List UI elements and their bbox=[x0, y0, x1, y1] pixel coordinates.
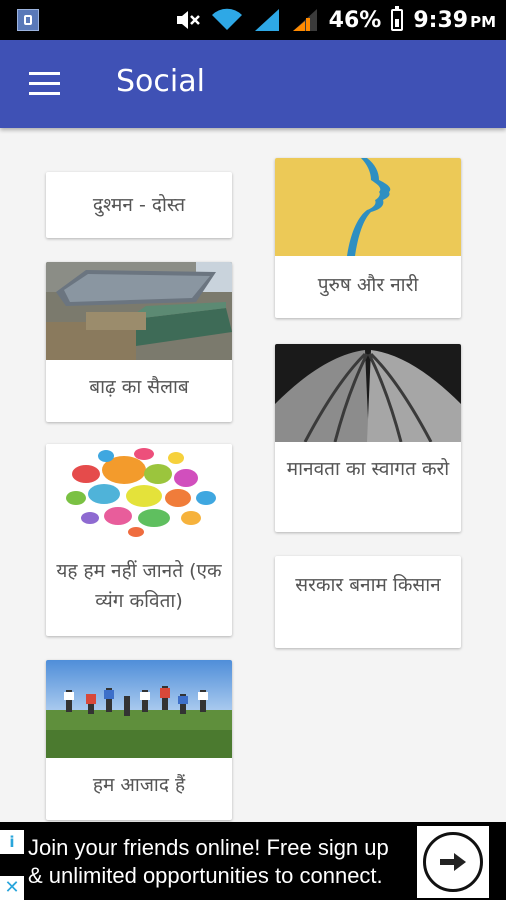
ad-text[interactable]: Join your friends online! Free sign up &… bbox=[28, 834, 418, 890]
battery-percent: 46% bbox=[328, 7, 382, 33]
battery-icon bbox=[391, 6, 404, 31]
menu-line bbox=[29, 92, 60, 95]
status-icons: 46% 9:39 PM bbox=[175, 0, 496, 40]
status-bar: 46% 9:39 PM bbox=[0, 0, 506, 40]
speech-bubbles-svg bbox=[46, 444, 232, 540]
card-label: पुरुष और नारी bbox=[317, 274, 419, 296]
card-yah-ham-nahi-jaante[interactable]: यह हम नहीं जानते (एक व्यंग कविता) bbox=[46, 444, 232, 636]
wifi-icon bbox=[211, 8, 242, 31]
card-dushman-dost[interactable]: दुश्मन - दोस्त bbox=[46, 172, 232, 238]
card-label: दुश्मन - दोस्त bbox=[92, 194, 186, 216]
card-ham-aazaad-hain[interactable]: हम आजाद हैं bbox=[46, 660, 232, 820]
ad-close-icon[interactable]: ✕ bbox=[0, 876, 24, 900]
menu-line bbox=[29, 72, 60, 75]
mute-icon bbox=[176, 11, 200, 29]
ad-text-line1: Join your friends online! Free sign up bbox=[28, 835, 389, 860]
ad-text-line2: & unlimited opportunities to connect. bbox=[28, 863, 383, 888]
card-label: यह हम नहीं जानते (एक व्यंग कविता) bbox=[56, 560, 222, 612]
ad-banner[interactable]: Join your friends online! Free sign up &… bbox=[0, 822, 506, 900]
face-profile-svg bbox=[275, 158, 461, 256]
card-maanavta-ka-swagat-karo[interactable]: मानवता का स्वागत करो bbox=[275, 344, 461, 532]
clock-time: 9:39 bbox=[413, 7, 469, 33]
jumping-people-photo bbox=[46, 660, 232, 758]
arrow-right-svg bbox=[440, 853, 466, 871]
praying-hands-photo bbox=[275, 344, 461, 442]
ad-info-icon[interactable]: i bbox=[0, 830, 24, 854]
card-label: मानवता का स्वागत करो bbox=[286, 458, 450, 480]
app-notification-icon bbox=[17, 9, 39, 31]
signal-icon bbox=[254, 9, 279, 31]
card-label: सरकार बनाम किसान bbox=[295, 574, 441, 596]
face-profile-illustration bbox=[275, 158, 461, 256]
menu-line bbox=[29, 82, 60, 85]
card-label: हम आजाद हैं bbox=[92, 774, 186, 796]
signal-icon-2 bbox=[292, 9, 317, 31]
praying-hands-svg bbox=[275, 344, 461, 442]
hamburger-menu-icon[interactable] bbox=[22, 68, 62, 100]
clock: 9:39 PM bbox=[413, 8, 496, 33]
card-sarkar-banaam-kisaan[interactable]: सरकार बनाम किसान bbox=[275, 556, 461, 648]
page-title: Social bbox=[116, 64, 205, 99]
clock-ampm: PM bbox=[470, 12, 496, 31]
card-label: बाढ़ का सैलाब bbox=[89, 376, 189, 398]
card-purush-aur-naari[interactable]: पुरुष और नारी bbox=[275, 158, 461, 318]
speech-bubbles-illustration bbox=[46, 444, 232, 540]
flood-photo-svg bbox=[46, 262, 232, 360]
flood-photo bbox=[46, 262, 232, 360]
card-baadh-ka-sailab[interactable]: बाढ़ का सैलाब bbox=[46, 262, 232, 422]
ad-arrow-button[interactable] bbox=[417, 826, 489, 898]
jumping-people-svg bbox=[46, 660, 232, 758]
arrow-right-icon bbox=[423, 832, 483, 892]
app-bar: Social bbox=[0, 40, 506, 128]
